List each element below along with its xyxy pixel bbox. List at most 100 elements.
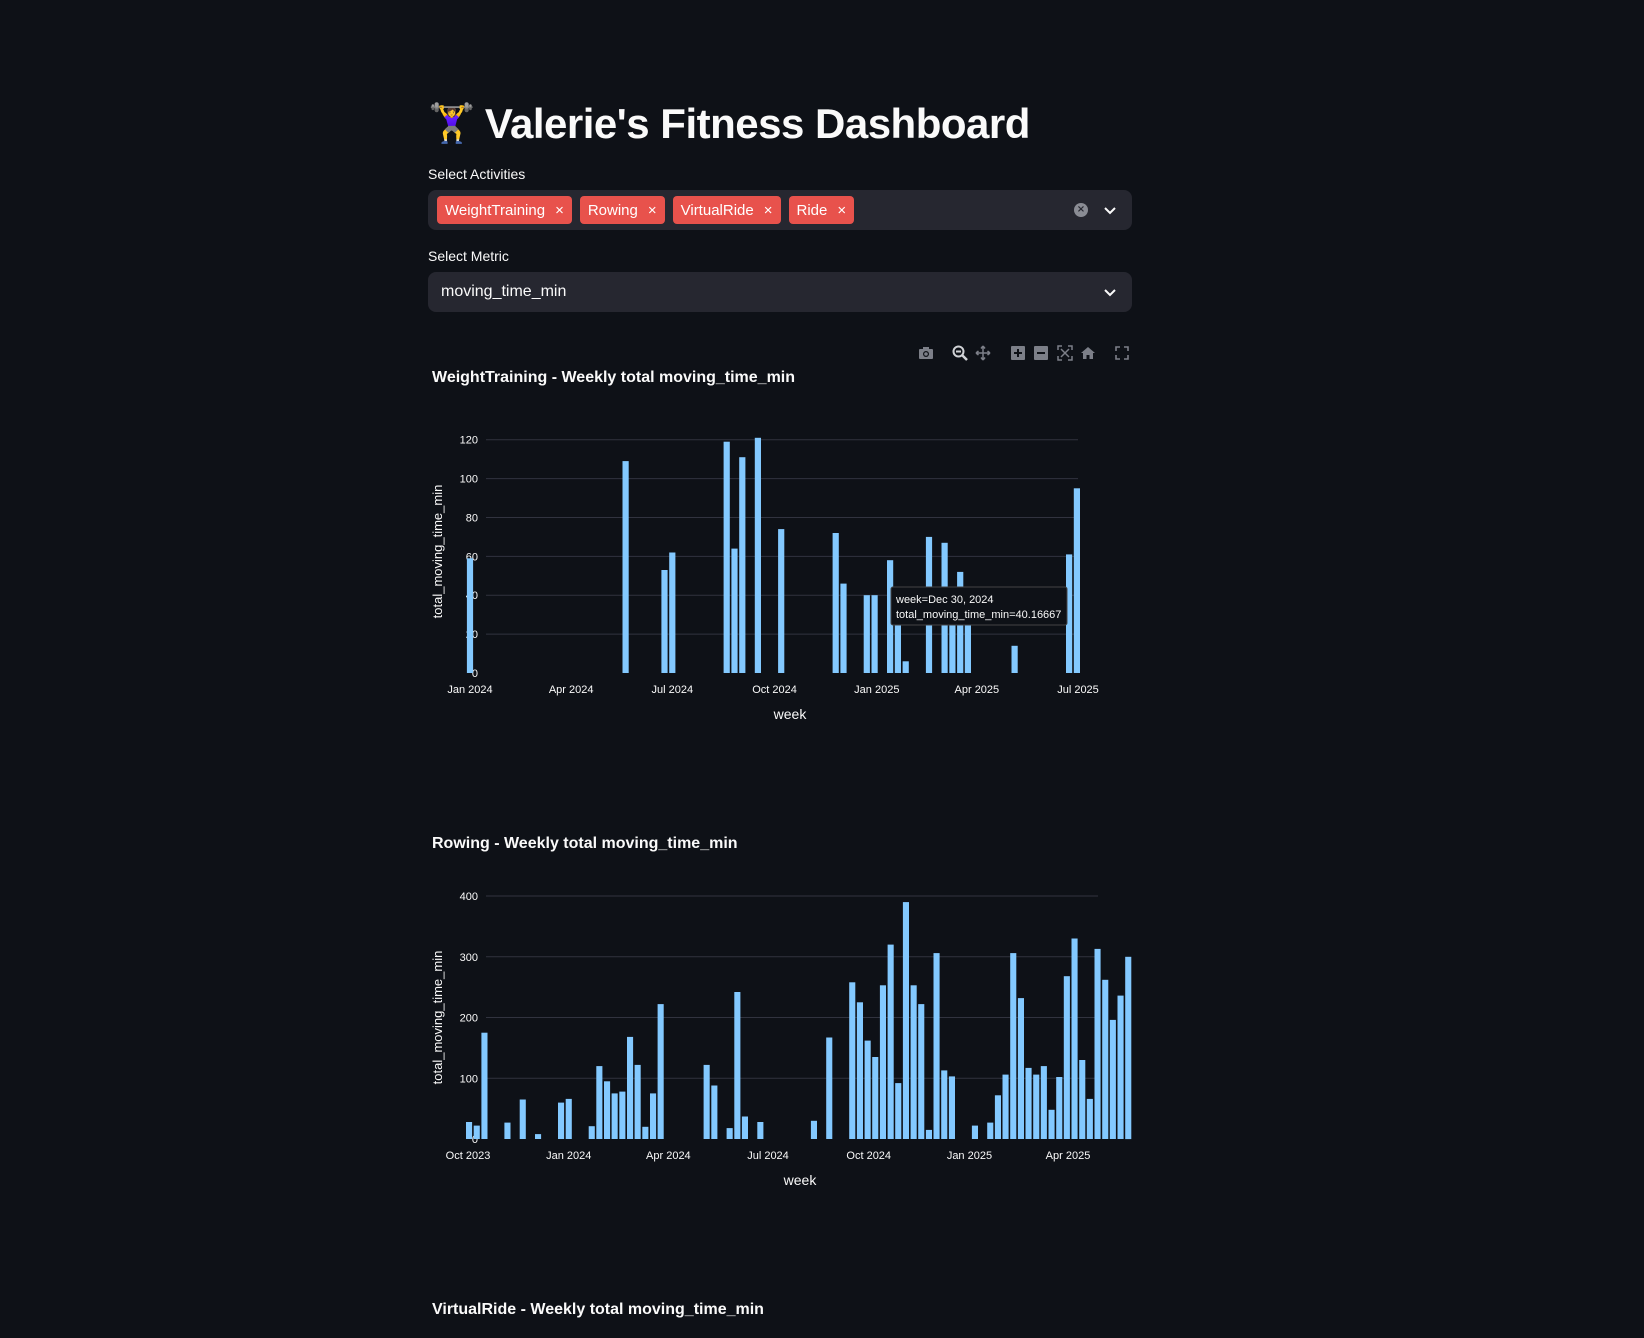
bar[interactable] [657,1004,664,1139]
bar[interactable] [1086,1098,1093,1139]
bar[interactable] [832,533,839,673]
bar[interactable] [1073,488,1080,673]
bar[interactable] [650,1093,657,1139]
bar[interactable] [918,1004,925,1139]
bar[interactable] [558,1102,565,1139]
bar[interactable] [840,583,847,673]
bar[interactable] [731,548,738,673]
bar[interactable] [987,1122,994,1139]
bar[interactable] [810,1120,817,1139]
remove-tag-icon[interactable]: × [837,203,846,218]
chevron-down-icon[interactable] [1102,202,1118,218]
activity-tag-virtualride[interactable]: VirtualRide × [672,196,781,224]
bar[interactable] [596,1066,603,1139]
rowing-chart[interactable]: 0100200300400Oct 2023 Jan 2024 Apr 2024 Jul… [428,886,1132,1226]
fullscreen-icon[interactable] [1113,343,1132,363]
bar[interactable] [504,1122,511,1139]
remove-tag-icon[interactable]: × [555,203,564,218]
autoscale-icon[interactable] [1055,343,1074,363]
bar[interactable] [1010,953,1017,1139]
bar[interactable] [1040,1066,1047,1139]
activity-tag-ride[interactable]: Ride × [788,196,855,224]
bar[interactable] [723,441,730,673]
metric-select[interactable]: moving_time_min [428,272,1132,312]
bar[interactable] [872,1057,879,1139]
bar[interactable] [642,1126,649,1139]
reset-axes-icon[interactable] [1078,343,1097,363]
bar[interactable] [588,1126,595,1139]
bar[interactable] [1025,1067,1032,1139]
bar[interactable] [925,1129,932,1139]
bar[interactable] [1117,995,1124,1139]
bar[interactable] [910,985,917,1139]
bar[interactable] [1056,1077,1063,1139]
bar[interactable] [1125,956,1132,1140]
bar[interactable] [703,1064,710,1139]
zoom-out-icon[interactable] [1032,343,1051,363]
bar[interactable] [466,558,474,673]
bar[interactable] [1017,998,1024,1139]
bar[interactable] [669,552,676,674]
weighttraining-chart[interactable]: 020406080100120Jan 2024Apr 2024Jul 2024O… [428,420,1132,760]
activity-tag-rowing[interactable]: Rowing × [579,196,665,224]
bar[interactable] [902,902,909,1139]
bar[interactable] [871,595,878,673]
bar[interactable] [887,944,894,1139]
bar[interactable] [739,457,746,673]
bar[interactable] [1048,1109,1055,1139]
bar[interactable] [933,953,940,1139]
bar[interactable] [894,620,901,674]
bar[interactable] [948,1076,955,1139]
bar[interactable] [481,1032,488,1139]
bar[interactable] [473,1125,480,1139]
bar[interactable] [661,570,668,673]
bar[interactable] [971,1125,978,1139]
bar[interactable] [1094,948,1101,1139]
remove-tag-icon[interactable]: × [648,203,657,218]
bar[interactable] [604,1081,611,1139]
bar[interactable] [778,529,785,673]
camera-icon[interactable] [916,343,935,363]
bar[interactable] [627,1036,634,1139]
bar[interactable] [611,1093,618,1139]
clear-all-icon[interactable]: × [1074,203,1088,217]
bar[interactable] [1079,1060,1086,1139]
bar[interactable] [1002,1074,1009,1139]
bar[interactable] [741,1116,748,1140]
activity-tag-weighttraining[interactable]: WeightTraining × [437,196,572,224]
bar[interactable] [754,437,761,673]
bar[interactable] [826,1037,833,1140]
remove-tag-icon[interactable]: × [764,203,773,218]
bar[interactable] [863,595,870,673]
pan-icon[interactable] [974,343,993,363]
bar[interactable] [757,1122,764,1139]
zoom-icon[interactable] [951,343,970,363]
bar[interactable] [535,1134,542,1139]
bar[interactable] [1071,938,1078,1140]
bar[interactable] [864,1040,871,1139]
bar[interactable] [994,1095,1001,1139]
bar[interactable] [1063,976,1070,1139]
bar[interactable] [726,1128,733,1139]
zoom-in-icon[interactable] [1009,343,1028,363]
bar[interactable] [466,1122,473,1139]
bar[interactable] [1102,979,1109,1139]
bar[interactable] [565,1098,572,1139]
activities-multiselect[interactable]: WeightTraining × Rowing × VirtualRide × Ride × … [428,190,1132,230]
bar[interactable] [895,1083,902,1139]
bar[interactable] [634,1064,641,1139]
bar[interactable] [1109,1019,1116,1139]
bar[interactable] [1011,645,1018,673]
bar[interactable] [849,982,856,1139]
bar[interactable] [622,461,629,673]
bar[interactable] [879,985,886,1139]
bar[interactable] [711,1085,718,1140]
bar[interactable] [519,1099,526,1140]
bar[interactable] [1033,1074,1040,1139]
bar[interactable] [902,661,909,673]
chevron-down-icon[interactable] [1102,284,1118,300]
bar[interactable] [856,1002,863,1139]
bar[interactable] [619,1091,626,1139]
bar[interactable] [734,992,741,1139]
bar[interactable] [941,1070,948,1139]
